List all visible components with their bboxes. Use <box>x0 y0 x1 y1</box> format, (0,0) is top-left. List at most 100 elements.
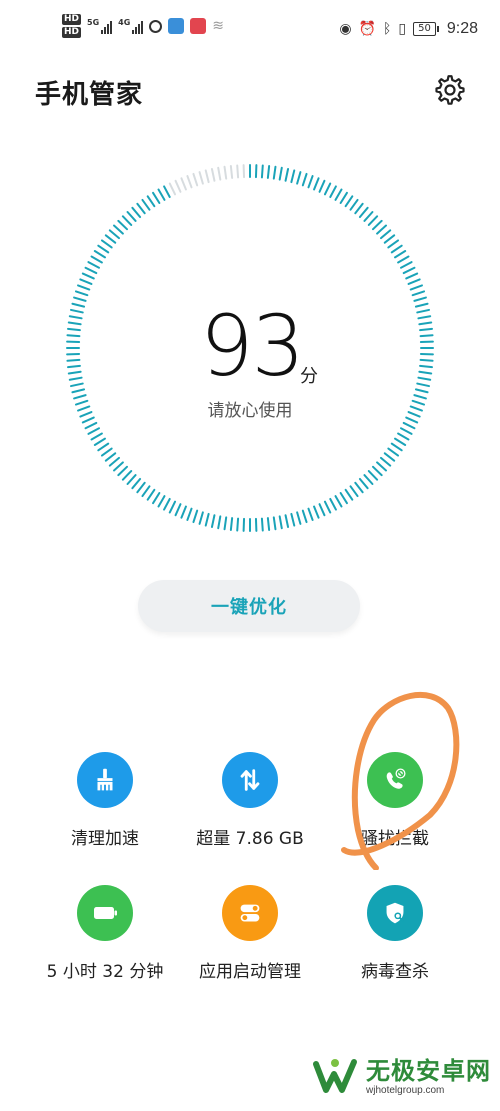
gauge-tick-active <box>90 255 103 264</box>
gauge-tick-active <box>97 244 110 254</box>
gauge-tick-active <box>367 470 379 481</box>
gauge-tick-active <box>163 185 171 199</box>
gauge-tick-active <box>81 272 95 280</box>
gauge-tick-inactive <box>174 179 182 193</box>
gauge-tick-active <box>266 517 271 531</box>
gauge-tick-active <box>163 497 171 511</box>
gauge-tick-active <box>416 308 430 314</box>
gauge-tick-active <box>74 290 89 297</box>
gauge-tick-active <box>290 169 296 184</box>
tool-clean-speedup[interactable]: 清理加速 <box>25 752 185 849</box>
clock: 9:28 <box>446 20 478 37</box>
eye-comfort-icon: ◉ <box>339 21 352 37</box>
tool-label: 超量 7.86 GB <box>196 829 304 849</box>
gauge-tick-active <box>71 388 86 394</box>
tool-virus-scan[interactable]: 病毒查杀 <box>315 885 475 982</box>
gauge-tick-active <box>77 284 91 291</box>
gauge-tick-active <box>397 432 410 441</box>
tool-label: 5 小时 32 分钟 <box>46 962 164 982</box>
gauge-tick-active <box>383 452 396 462</box>
one-click-optimize-button[interactable]: 一键优化 <box>138 580 360 632</box>
gauge-tick-active <box>418 321 433 326</box>
gauge-tick-active <box>301 509 308 524</box>
gauge-tick-active <box>372 219 383 231</box>
gauge-tick-active <box>186 507 193 521</box>
gauge-tick-active <box>418 370 433 375</box>
gauge-tick-inactive <box>229 165 234 179</box>
wifi-icon: ≋ <box>212 18 225 34</box>
signal-icon: 4G <box>118 18 144 34</box>
gauge-tick-active <box>113 224 124 235</box>
tool-label: 应用启动管理 <box>199 962 301 982</box>
sync-icon <box>149 19 163 33</box>
signal-label: 5G <box>87 18 100 27</box>
gauge-tick-active <box>66 334 81 338</box>
gauge-tick-active <box>168 500 177 514</box>
signal-label: 4G <box>118 18 131 27</box>
gauge-tick-active <box>71 302 86 308</box>
gauge-tick-active <box>376 461 387 472</box>
gauge-tick-active <box>313 505 320 519</box>
app-notification-icon <box>168 18 185 34</box>
gauge-tick-active <box>376 224 387 235</box>
tool-app-launch[interactable]: 应用启动管理 <box>170 885 330 982</box>
gauge-tick-active <box>334 188 343 201</box>
gauge-tick-active <box>318 179 326 193</box>
gauge-tick-active <box>387 447 400 457</box>
gauge-tick-active <box>223 516 228 531</box>
status-left: HD HD 5G 4G ≋ <box>62 14 224 38</box>
gauge-tick-inactive <box>192 172 199 187</box>
gauge-tick-active <box>296 171 302 185</box>
gauge-tick-active <box>192 509 199 524</box>
gauge-tick-active <box>70 382 84 388</box>
gauge-tick-active <box>67 327 81 332</box>
gauge-tick-active <box>409 284 423 291</box>
gauge-tick-active <box>354 202 364 215</box>
gauge-tick-active <box>419 364 433 369</box>
gauge-tick-active <box>394 250 407 259</box>
gauge-tick-inactive <box>236 164 240 179</box>
gauge-tick-inactive <box>210 168 216 182</box>
status-bar: HD HD 5G 4G ≋ ◉ ⏰ ᛒ ▯ 50 9:28 <box>0 0 500 60</box>
status-right: ◉ ⏰ ᛒ ▯ 50 9:28 <box>339 20 478 38</box>
settings-button[interactable] <box>434 74 466 106</box>
gauge-tick-active <box>307 175 314 189</box>
gauge-tick-active <box>397 255 410 264</box>
gauge-tick-inactive <box>168 182 177 196</box>
gauge-tick-active <box>157 495 166 508</box>
hd-indicators: HD HD <box>62 14 82 38</box>
gauge-tick-inactive <box>180 177 187 191</box>
gauge-tick-active <box>204 512 210 527</box>
tool-data-usage[interactable]: 超量 7.86 GB <box>170 752 330 849</box>
gauge-tick-active <box>334 495 343 508</box>
watermark-url: wjhotelgroup.com <box>366 1084 445 1096</box>
tool-harassment-block[interactable]: 骚扰拦截 <box>315 752 475 849</box>
shield-search-icon <box>367 885 423 941</box>
gauge-tick-active <box>363 474 374 485</box>
gauge-tick-active <box>210 514 216 528</box>
watermark-logo-icon <box>313 1059 357 1093</box>
gauge-tick-active <box>402 421 416 430</box>
gauge-tick-active <box>117 219 128 231</box>
gauge-tick-active <box>284 514 290 528</box>
hd-badge: HD <box>62 14 82 25</box>
gauge-tick-active <box>339 492 348 505</box>
gauge-tick-active <box>363 211 374 222</box>
gauge-tick-active <box>157 188 166 201</box>
gauge-tick-active <box>90 432 103 441</box>
gauge-tick-active <box>290 512 296 527</box>
gauge-tick-active <box>67 370 82 375</box>
gauge-tick-active <box>416 382 430 388</box>
gauge-tick-active <box>419 358 434 362</box>
gauge-tick-active <box>387 239 400 249</box>
gauge-tick-active <box>323 500 332 514</box>
gauge-tick-active <box>70 308 84 314</box>
gauge-tick-active <box>405 272 419 280</box>
alarm-icon: ⏰ <box>358 21 376 37</box>
gauge-tick-active <box>84 266 98 275</box>
gauge-tick-active <box>117 465 128 477</box>
gauge-tick-active <box>413 296 427 302</box>
gauge-tick-active <box>407 278 421 285</box>
tool-battery[interactable]: 5 小时 32 分钟 <box>25 885 185 982</box>
gauge-tick-inactive <box>204 169 210 184</box>
